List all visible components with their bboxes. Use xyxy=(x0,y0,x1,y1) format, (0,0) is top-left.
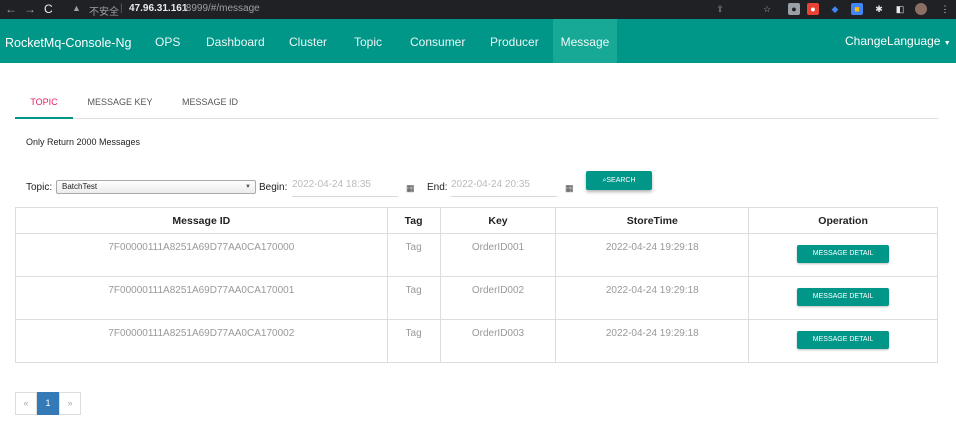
cell-message-id: 7F00000111A8251A69D77AA0CA170000 xyxy=(15,233,388,277)
header-tag: Tag xyxy=(386,207,441,234)
cell-store-time: 2022-04-24 19:29:18 xyxy=(555,276,750,320)
app-brand[interactable]: RocketMq-Console-Ng xyxy=(5,36,131,50)
nav-item-ops[interactable]: OPS xyxy=(155,19,180,63)
message-detail-button[interactable]: MESSAGE DETAIL xyxy=(797,288,890,306)
url-separator: | xyxy=(120,3,123,14)
header-message-id: Message ID xyxy=(15,207,388,234)
nav-item-message[interactable]: Message xyxy=(553,19,617,63)
cell-tag: Tag xyxy=(386,276,441,320)
query-tabs: TOPIC MESSAGE KEY MESSAGE ID xyxy=(15,92,938,119)
url-host[interactable]: 47.96.31.161 xyxy=(129,3,187,14)
change-language-dropdown[interactable]: ChangeLanguage ▼ xyxy=(845,19,951,63)
topic-label: Topic: xyxy=(26,182,53,193)
nav-item-dashboard[interactable]: Dashboard xyxy=(206,19,265,63)
forward-icon[interactable]: → xyxy=(24,2,36,17)
cell-tag: Tag xyxy=(386,319,441,363)
nav-item-topic[interactable]: Topic xyxy=(354,19,382,63)
back-icon[interactable]: ← xyxy=(5,2,17,17)
share-icon[interactable]: ⇪ xyxy=(714,3,726,15)
cell-operation: MESSAGE DETAIL xyxy=(748,233,938,277)
search-extension-icon[interactable]: ● xyxy=(807,3,819,15)
message-table: Message ID Tag Key StoreTime Operation 7… xyxy=(15,207,938,363)
bookmark-star-icon[interactable]: ☆ xyxy=(761,3,773,15)
table-row: 7F00000111A8251A69D77AA0CA170001 Tag Ord… xyxy=(15,276,938,320)
browser-toolbar: ← → C ▲ 不安全 | 47.96.31.161 :8999/#/messa… xyxy=(0,0,956,19)
cell-message-id: 7F00000111A8251A69D77AA0CA170001 xyxy=(15,276,388,320)
table-row: 7F00000111A8251A69D77AA0CA170000 Tag Ord… xyxy=(15,233,938,277)
nav-item-consumer[interactable]: Consumer xyxy=(410,19,465,63)
pin-extension-icon[interactable]: ◆ xyxy=(829,3,841,15)
cell-tag: Tag xyxy=(386,233,441,277)
end-label: End: xyxy=(427,182,448,193)
begin-calendar-icon[interactable]: ▦ xyxy=(406,183,415,194)
end-time-input[interactable]: 2022-04-24 20:35 xyxy=(451,179,557,197)
sidebar-toggle-icon[interactable]: ◧ xyxy=(894,3,906,15)
cell-message-id: 7F00000111A8251A69D77AA0CA170002 xyxy=(15,319,388,363)
insecure-label: 不安全 xyxy=(89,7,119,18)
profile-avatar[interactable] xyxy=(915,3,927,15)
tab-message-id[interactable]: MESSAGE ID xyxy=(175,92,245,119)
tab-message-key[interactable]: MESSAGE KEY xyxy=(81,92,159,119)
cell-key: OrderID001 xyxy=(439,233,557,277)
message-detail-button[interactable]: MESSAGE DETAIL xyxy=(797,245,890,263)
pagination: « 1 » xyxy=(15,392,81,415)
header-key: Key xyxy=(439,207,557,234)
pagination-prev[interactable]: « xyxy=(15,392,37,415)
topic-select-value: BatchTest xyxy=(62,182,98,191)
topic-select[interactable]: BatchTest ▼ xyxy=(56,180,256,194)
cell-key: OrderID002 xyxy=(439,276,557,320)
header-operation: Operation xyxy=(748,207,938,234)
nav-item-cluster[interactable]: Cluster xyxy=(289,19,327,63)
search-button[interactable]: ⌕SEARCH xyxy=(586,171,652,190)
url-path[interactable]: :8999/#/message xyxy=(183,3,260,14)
select-arrow-icon: ▼ xyxy=(245,184,251,190)
caret-down-icon: ▼ xyxy=(943,40,951,47)
search-button-label: SEARCH xyxy=(606,177,636,184)
camera-extension-icon[interactable]: ● xyxy=(788,3,800,15)
end-calendar-icon[interactable]: ▦ xyxy=(565,183,574,194)
cell-store-time: 2022-04-24 19:29:18 xyxy=(555,319,750,363)
nav-item-producer[interactable]: Producer xyxy=(490,19,539,63)
cell-key: OrderID003 xyxy=(439,319,557,363)
top-navbar: RocketMq-Console-Ng OPS Dashboard Cluste… xyxy=(0,19,956,63)
app-extension-icon[interactable]: ■ xyxy=(851,3,863,15)
cell-store-time: 2022-04-24 19:29:18 xyxy=(555,233,750,277)
begin-time-input[interactable]: 2022-04-24 18:35 xyxy=(292,179,398,197)
begin-label: Begin: xyxy=(259,182,288,193)
pagination-next[interactable]: » xyxy=(59,392,81,415)
pagination-page-current[interactable]: 1 xyxy=(37,392,59,415)
puzzle-extensions-icon[interactable]: ✱ xyxy=(873,3,885,15)
reload-icon[interactable]: C xyxy=(44,2,53,17)
change-language-label: ChangeLanguage xyxy=(845,34,941,48)
message-detail-button[interactable]: MESSAGE DETAIL xyxy=(797,331,890,349)
result-limit-note: Only Return 2000 Messages xyxy=(26,137,141,147)
header-store-time: StoreTime xyxy=(555,207,750,234)
tab-topic[interactable]: TOPIC xyxy=(15,92,73,119)
more-menu-icon[interactable]: ⋮ xyxy=(939,3,951,15)
table-row: 7F00000111A8251A69D77AA0CA170002 Tag Ord… xyxy=(15,319,938,363)
cell-operation: MESSAGE DETAIL xyxy=(748,276,938,320)
table-header-row: Message ID Tag Key StoreTime Operation xyxy=(15,207,938,234)
cell-operation: MESSAGE DETAIL xyxy=(748,319,938,363)
warning-icon: ▲ xyxy=(72,3,81,13)
